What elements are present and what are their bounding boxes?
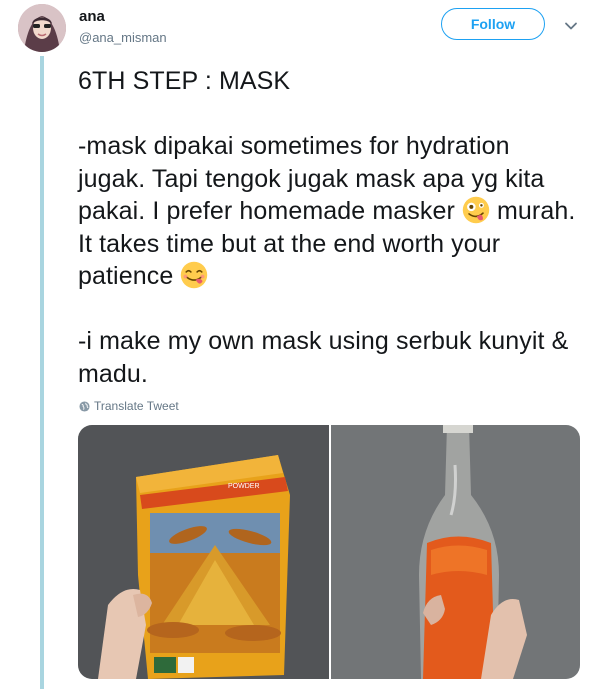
follow-button[interactable]: Follow bbox=[441, 8, 545, 40]
tweet-paragraph-1: -mask dipakai sometimes for hydration ju… bbox=[78, 130, 578, 293]
thread-connector-line bbox=[40, 56, 44, 689]
avatar-image bbox=[18, 4, 66, 52]
photo-honey-bottle[interactable] bbox=[331, 425, 580, 679]
tweet-title-line: 6TH STEP : MASK bbox=[78, 67, 291, 95]
photo-turmeric-packet-image: POWDER bbox=[78, 425, 329, 679]
zany-face-emoji bbox=[462, 196, 490, 224]
display-name[interactable]: ana bbox=[79, 8, 167, 26]
translate-tweet-label: Translate Tweet bbox=[94, 399, 179, 413]
tweet-author: ana @ana_misman bbox=[79, 8, 167, 47]
avatar[interactable] bbox=[18, 4, 66, 52]
tweet-paragraph-2: -i make my own mask using serbuk kunyit … bbox=[78, 327, 569, 388]
chevron-down-icon[interactable] bbox=[563, 18, 579, 34]
tweet-text: 6TH STEP : MASK -mask dipakai sometimes … bbox=[78, 65, 578, 390]
packet-label-text: POWDER bbox=[228, 483, 260, 490]
tweet-media: POWDER bbox=[78, 425, 580, 679]
face-savoring-food-emoji bbox=[181, 261, 208, 289]
user-handle[interactable]: @ana_misman bbox=[79, 29, 167, 47]
globe-icon bbox=[79, 400, 90, 412]
photo-honey-bottle-image bbox=[331, 425, 580, 679]
translate-tweet-link[interactable]: Translate Tweet bbox=[79, 398, 179, 414]
photo-turmeric-packet[interactable]: POWDER bbox=[78, 425, 329, 679]
